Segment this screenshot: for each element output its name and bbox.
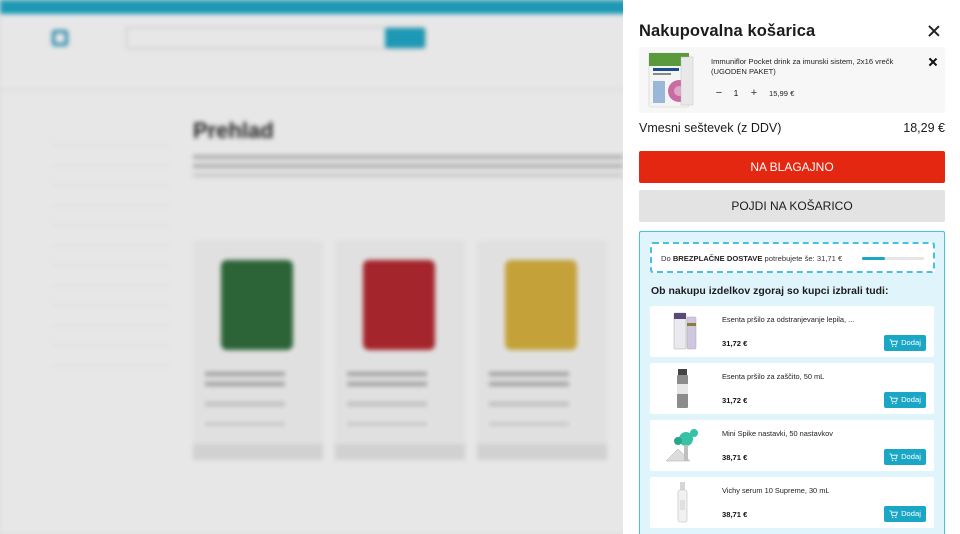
add-label: Dodaj bbox=[901, 509, 921, 518]
reco-item-price: 31,72 € bbox=[722, 339, 748, 348]
close-icon[interactable] bbox=[928, 25, 940, 37]
reco-item-name[interactable]: Mini Spike nastavki, 50 nastavkov bbox=[722, 429, 922, 438]
add-to-cart-button[interactable]: Dodaj bbox=[884, 506, 926, 522]
product-spike-icon bbox=[665, 429, 698, 462]
checkout-button[interactable]: NA BLAGAJNO bbox=[639, 151, 945, 183]
shipping-prefix: Do bbox=[661, 254, 673, 263]
shipping-suffix: potrebujete še: 31,71 € bbox=[762, 254, 843, 263]
cart-icon bbox=[889, 509, 899, 518]
cart-item-price: 15,99 € bbox=[769, 89, 795, 98]
cart-item: Immuniflor Pocket drink za imunski siste… bbox=[639, 47, 945, 113]
recommendations-panel: Do BREZPLAČNE DOSTAVE potrebujete še: 31… bbox=[639, 231, 945, 534]
add-label: Dodaj bbox=[901, 395, 921, 404]
shipping-highlight: BREZPLAČNE DOSTAVE bbox=[672, 254, 763, 263]
reco-item-price: 38,71 € bbox=[722, 453, 748, 462]
free-shipping-text: Do BREZPLAČNE DOSTAVE potrebujete še: 31… bbox=[661, 254, 842, 263]
cart-icon bbox=[889, 395, 899, 404]
reco-item: Vichy serum 10 Supreme, 30 mL 38,71 € Do… bbox=[650, 477, 934, 528]
subtotal-label: Vmesni seštevek (z DDV) bbox=[639, 121, 782, 135]
remove-item-icon[interactable] bbox=[929, 58, 937, 66]
quantity-value[interactable]: 1 bbox=[729, 86, 743, 100]
reco-item: Esenta pršilo za zaščito, 50 mL 31,72 € … bbox=[650, 363, 934, 414]
product-tube-icon bbox=[673, 312, 697, 350]
add-to-cart-button[interactable]: Dodaj bbox=[884, 392, 926, 408]
cart-icon bbox=[889, 452, 899, 461]
cart-item-name[interactable]: Immuniflor Pocket drink za imunski siste… bbox=[711, 57, 923, 77]
cart-drawer: Nakupovalna košarica Immuniflor Pocket d… bbox=[623, 0, 960, 534]
reco-item-name[interactable]: Vichy serum 10 Supreme, 30 mL bbox=[722, 486, 922, 495]
add-to-cart-button[interactable]: Dodaj bbox=[884, 449, 926, 465]
reco-item-name[interactable]: Esenta pršilo za zaščito, 50 mL bbox=[722, 372, 922, 381]
reco-item-name[interactable]: Esenta pršilo za odstranjevanje lepila, … bbox=[722, 315, 922, 324]
shipping-progress-bar bbox=[862, 257, 924, 260]
subtotal-value: 18,29 € bbox=[903, 121, 945, 135]
reco-item: Mini Spike nastavki, 50 nastavkov 38,71 … bbox=[650, 420, 934, 471]
shipping-progress-fill bbox=[862, 257, 885, 260]
add-to-cart-button[interactable]: Dodaj bbox=[884, 335, 926, 351]
product-box-icon bbox=[648, 52, 694, 108]
reco-item-price: 31,72 € bbox=[722, 396, 748, 405]
add-label: Dodaj bbox=[901, 452, 921, 461]
recommendations-title: Ob nakupu izdelkov zgoraj so kupci izbra… bbox=[651, 285, 889, 297]
reco-item: Esenta pršilo za odstranjevanje lepila, … bbox=[650, 306, 934, 357]
add-label: Dodaj bbox=[901, 338, 921, 347]
cart-icon bbox=[889, 338, 899, 347]
product-serum-icon bbox=[677, 482, 688, 523]
reco-item-price: 38,71 € bbox=[722, 510, 748, 519]
quantity-decrease-button[interactable]: − bbox=[712, 86, 726, 100]
quantity-increase-button[interactable]: + bbox=[747, 86, 761, 100]
product-spray-icon bbox=[677, 369, 688, 408]
view-cart-button[interactable]: POJDI NA KOŠARICO bbox=[639, 190, 945, 222]
drawer-title: Nakupovalna košarica bbox=[639, 22, 816, 40]
free-shipping-box: Do BREZPLAČNE DOSTAVE potrebujete še: 31… bbox=[650, 242, 935, 273]
